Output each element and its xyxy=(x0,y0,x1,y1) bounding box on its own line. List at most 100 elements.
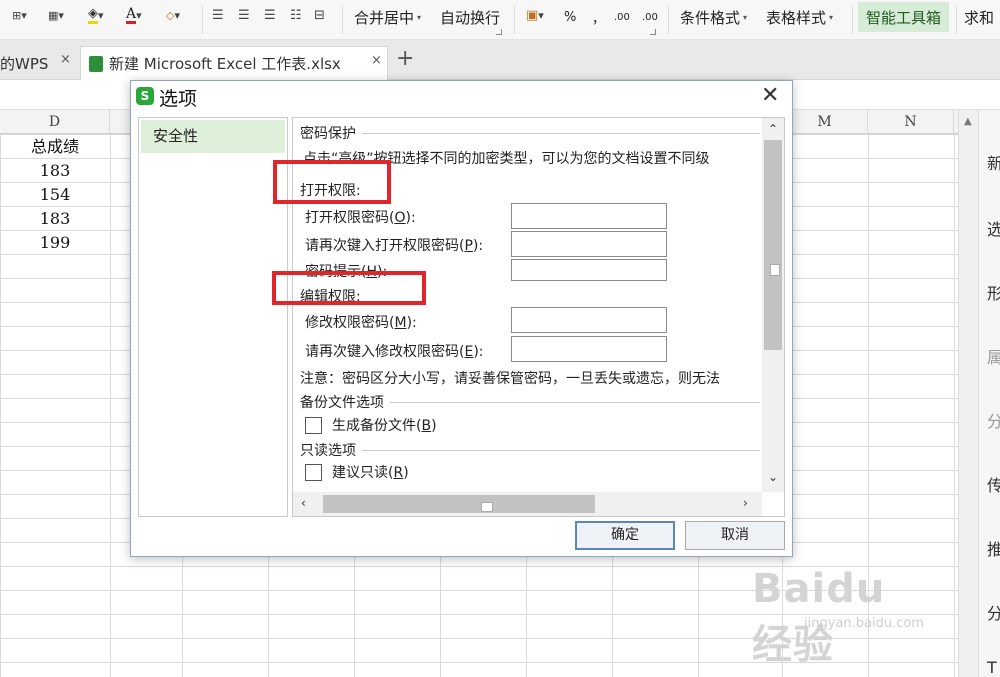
options-category-list: 安全性 xyxy=(138,117,288,517)
align-left-icon[interactable]: ☰ xyxy=(212,7,224,23)
smart-toolbox-label: 智能工具箱 xyxy=(866,8,942,27)
clear-format-icon[interactable]: ◇ ▾ xyxy=(166,7,180,23)
sheet-vertical-scrollbar[interactable]: ▲ xyxy=(958,110,978,677)
chevron-up-icon[interactable]: ⌃ xyxy=(768,122,778,136)
edit-password-field[interactable] xyxy=(511,307,667,333)
align-center-icon[interactable]: ☰ xyxy=(238,7,250,23)
scroll-up-icon[interactable]: ▲ xyxy=(964,116,972,127)
backup-checkbox-label: 生成备份文件(B) xyxy=(332,418,437,434)
backup-checkbox[interactable]: 生成备份文件(B) xyxy=(305,415,437,435)
column-header-d[interactable]: D xyxy=(0,110,110,134)
cell-d3[interactable]: 154 xyxy=(0,183,110,207)
readonly-checkbox[interactable]: 建议只读(R) xyxy=(305,462,409,482)
highlight-open-permission xyxy=(273,160,391,204)
password-protect-section: 密码保护 xyxy=(300,123,760,143)
backup-section: 备份文件选项 xyxy=(300,392,760,412)
taskpane-item-new[interactable]: 新 xyxy=(987,150,1000,174)
task-pane: 新 选 形 属 分 传 推 分 T xyxy=(978,110,1000,677)
open-password-label: 打开权限密码(O): xyxy=(305,210,416,226)
sum-button[interactable]: 求和 xyxy=(964,4,994,30)
cell-d2[interactable]: 183 xyxy=(0,159,110,183)
conditional-format-button[interactable]: 条件格式 ▾ xyxy=(680,4,747,30)
scroll-thumb[interactable] xyxy=(323,495,595,513)
taskpane-item-shape[interactable]: 形 xyxy=(987,280,1000,304)
dialog-titlebar[interactable]: S 选项 ✕ xyxy=(131,81,792,113)
chevron-right-icon[interactable]: › xyxy=(743,496,748,510)
taskpane-item-recommend[interactable]: 推 xyxy=(987,536,1000,560)
taskpane-item-tools[interactable]: T xyxy=(987,658,997,677)
tab-wps-label: 的WPS xyxy=(0,54,49,73)
thousands-separator-button[interactable]: ， xyxy=(592,4,605,30)
excel-file-icon xyxy=(89,56,103,72)
checkbox-unchecked-icon[interactable] xyxy=(305,463,322,481)
sidebar-item-security[interactable]: 安全性 xyxy=(141,120,285,153)
close-icon[interactable]: ✕ xyxy=(761,83,779,108)
options-dialog: S 选项 ✕ 安全性 密码保护 点击“高级”按钮选择不同的加密类型，可以为您的文… xyxy=(130,80,793,557)
readonly-section: 只读选项 xyxy=(300,440,760,460)
ok-button[interactable]: 确定 xyxy=(575,521,675,550)
wps-logo-icon: S xyxy=(136,87,154,105)
number-format-icon[interactable]: ▣ ▾ xyxy=(526,7,544,23)
edit-password-label: 修改权限密码(M): xyxy=(305,315,417,331)
wrap-text-label: 自动换行 xyxy=(440,8,501,27)
checkbox-unchecked-icon[interactable] xyxy=(305,416,322,434)
taskpane-item-share[interactable]: 分 xyxy=(987,408,1000,432)
thousands-label: ， xyxy=(592,11,606,27)
sum-label: 求和 xyxy=(964,8,995,27)
cancel-button[interactable]: 取消 xyxy=(685,521,785,550)
taskpane-item-transfer[interactable]: 传 xyxy=(987,472,1000,496)
close-icon[interactable]: × xyxy=(371,53,382,68)
cell-style-icon[interactable]: ▦ ▾ xyxy=(48,7,64,23)
edit-password-confirm-field[interactable] xyxy=(511,336,667,362)
border-icon[interactable]: ⊞ ▾ xyxy=(12,7,27,23)
open-password-field[interactable] xyxy=(511,203,667,229)
chevron-down-icon: ▾ xyxy=(417,12,422,22)
cell-d1[interactable]: 总成绩 xyxy=(0,135,110,159)
password-hint-field[interactable] xyxy=(511,259,667,281)
distribute-icon[interactable]: ☷ xyxy=(290,7,302,23)
close-icon[interactable]: × xyxy=(60,52,71,67)
section-title: 只读选项 xyxy=(300,443,356,459)
document-tab-bar: 的WPS × 新建 Microsoft Excel 工作表.xlsx × xyxy=(0,40,1000,80)
edit-password-confirm-label: 请再次键入修改权限密码(E): xyxy=(305,344,484,360)
password-note: 注意：密码区分大小写，请妥善保管密码，一旦丢失或遗忘，则无法 xyxy=(300,371,720,387)
merge-center-button[interactable]: 合并居中 ▾ xyxy=(354,4,421,30)
align-right-icon[interactable]: ☰ xyxy=(264,7,276,23)
increase-decimal-button[interactable]: .00 xyxy=(614,4,630,30)
smart-toolbox-button[interactable]: 智能工具箱 xyxy=(858,2,950,32)
new-tab-button[interactable]: + xyxy=(396,46,414,71)
conditional-format-label: 条件格式 xyxy=(680,8,741,27)
scroll-thumb[interactable] xyxy=(764,140,782,350)
taskpane-item-split[interactable]: 分 xyxy=(987,600,1000,624)
open-password-confirm-field[interactable] xyxy=(511,231,667,257)
open-password-confirm-label: 请再次键入打开权限密码(P): xyxy=(305,238,484,254)
percent-button[interactable]: % xyxy=(564,4,576,30)
column-header-n[interactable]: N xyxy=(868,110,954,134)
wrap-text-button[interactable]: 自动换行 xyxy=(440,4,500,30)
column-header-m[interactable]: M xyxy=(782,110,868,134)
chevron-down-icon[interactable]: ⌄ xyxy=(768,470,778,484)
number-launcher-icon[interactable] xyxy=(650,29,656,35)
percent-label: % xyxy=(564,9,577,25)
font-color-icon[interactable]: A ▾ xyxy=(126,7,142,24)
justify-icon[interactable]: ⊟ xyxy=(314,7,325,23)
panel-vertical-scrollbar[interactable]: ⌃ ⌄ xyxy=(762,118,784,492)
section-title: 备份文件选项 xyxy=(300,395,384,411)
watermark-url: jingyan.baidu.com xyxy=(804,616,924,631)
section-title: 密码保护 xyxy=(300,126,356,142)
table-style-button[interactable]: 表格样式 ▾ xyxy=(766,4,833,30)
dialog-launcher-icon[interactable] xyxy=(496,29,502,35)
decrease-decimal-button[interactable]: .00 xyxy=(642,4,658,30)
taskpane-item-properties[interactable]: 属 xyxy=(987,344,1000,368)
tab-wps[interactable]: 的WPS xyxy=(0,46,48,80)
tab-excel-workbook[interactable]: 新建 Microsoft Excel 工作表.xlsx × xyxy=(80,46,388,80)
table-style-label: 表格样式 xyxy=(766,8,827,27)
dialog-title: 选项 xyxy=(159,88,198,110)
taskpane-item-select[interactable]: 选 xyxy=(987,216,1000,240)
decrease-decimal-label: .00 xyxy=(642,11,658,23)
fill-color-icon[interactable]: ◈ ▾ xyxy=(88,6,104,24)
panel-horizontal-scrollbar[interactable]: ‹ › xyxy=(293,492,762,516)
cell-d5[interactable]: 199 xyxy=(0,231,110,255)
chevron-left-icon[interactable]: ‹ xyxy=(301,496,306,510)
cell-d4[interactable]: 183 xyxy=(0,207,110,231)
